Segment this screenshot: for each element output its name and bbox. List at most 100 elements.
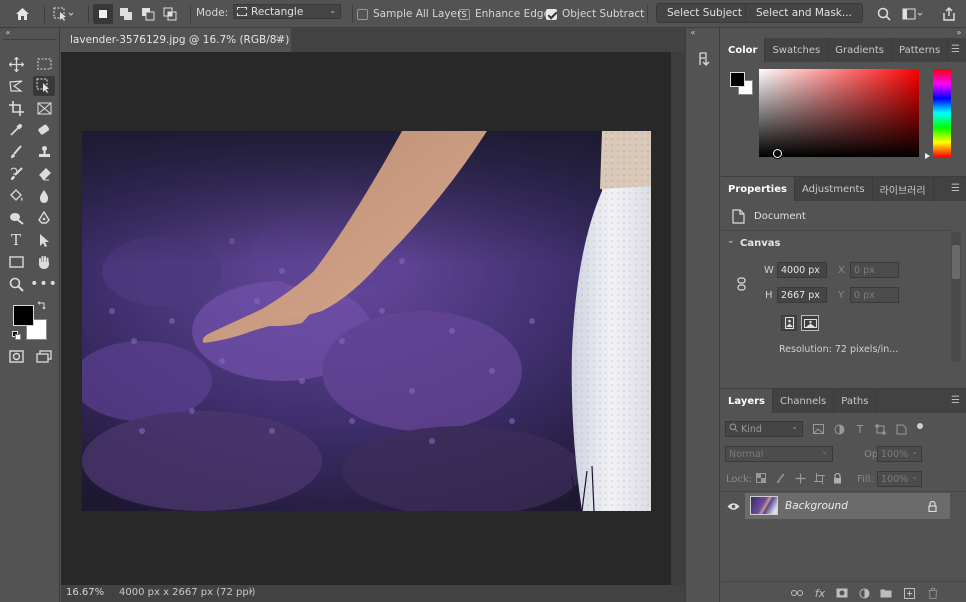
path-selection-icon[interactable]: [33, 230, 55, 250]
intersect-selection-icon[interactable]: [160, 4, 180, 24]
collapse-panels-icon[interactable]: «: [687, 28, 699, 37]
tab-color[interactable]: Color: [721, 38, 766, 62]
foreground-color-swatch[interactable]: [13, 305, 34, 326]
add-mask-icon[interactable]: [835, 586, 849, 600]
clone-stamp-icon[interactable]: [33, 142, 55, 162]
tab-gradients[interactable]: Gradients: [828, 38, 892, 62]
share-icon[interactable]: [940, 5, 958, 23]
filter-smart-object-icon[interactable]: [894, 422, 908, 436]
rectangular-marquee-icon[interactable]: [33, 54, 55, 74]
layer-filter-select[interactable]: Kind ⌄: [725, 421, 803, 437]
y-input[interactable]: 0 px: [850, 287, 899, 303]
landscape-orientation-icon[interactable]: [801, 315, 819, 331]
enhance-edge-box[interactable]: [459, 8, 470, 20]
enhance-edge-checkbox[interactable]: Enhance Edge: [459, 8, 550, 20]
hand-tool-icon[interactable]: [33, 252, 55, 272]
zoom-level[interactable]: 16.67%: [66, 587, 104, 598]
portrait-orientation-icon[interactable]: [781, 315, 797, 331]
object-subtract-checkbox[interactable]: Object Subtract: [546, 8, 644, 20]
link-layers-icon[interactable]: [790, 586, 804, 600]
eyedropper-icon[interactable]: [5, 120, 27, 140]
panel-menu-icon[interactable]: ☰: [951, 183, 960, 194]
properties-scrollbar[interactable]: [951, 232, 961, 362]
canvas-scrollbar[interactable]: [671, 52, 685, 585]
eye-icon[interactable]: [725, 499, 741, 513]
home-icon[interactable]: [12, 4, 32, 24]
layer-row[interactable]: Background: [721, 493, 966, 519]
zoom-tool-icon[interactable]: [5, 274, 27, 294]
screen-mode-icon[interactable]: [33, 346, 55, 366]
select-subject-button[interactable]: Select Subject: [656, 3, 753, 23]
document-image[interactable]: [82, 131, 651, 511]
status-menu-arrow[interactable]: ›: [249, 586, 253, 597]
color-swap-icon[interactable]: [37, 300, 47, 310]
hue-slider[interactable]: [933, 69, 951, 157]
document-tab[interactable]: lavender-3576129.jpg @ 16.7% (RGB/8#) ×: [61, 28, 291, 52]
link-dimensions-icon[interactable]: [734, 276, 748, 292]
tab-patterns[interactable]: Patterns: [892, 38, 949, 62]
lock-all-icon[interactable]: [831, 472, 843, 484]
new-layer-icon[interactable]: [902, 586, 916, 600]
filter-type-icon[interactable]: T: [853, 422, 867, 436]
width-input[interactable]: 4000 px: [777, 262, 827, 278]
collapse-toolbar-icon[interactable]: «: [2, 28, 14, 37]
select-and-mask-button[interactable]: Select and Mask...: [745, 3, 863, 23]
type-tool-icon[interactable]: T: [5, 230, 27, 250]
collapse-right-icon[interactable]: »: [953, 28, 965, 37]
panel-menu-icon[interactable]: ☰: [951, 44, 960, 55]
tab-paths[interactable]: Paths: [834, 389, 877, 413]
eraser-icon[interactable]: [33, 164, 55, 184]
lasso-tool-icon[interactable]: [5, 76, 27, 96]
new-group-icon[interactable]: [879, 586, 893, 600]
lock-transparent-icon[interactable]: [755, 472, 767, 484]
blend-mode-select[interactable]: Normal ⌄: [725, 446, 833, 462]
tab-libraries[interactable]: 라이브러리: [873, 177, 934, 201]
fill-input[interactable]: 100% ⌄: [877, 471, 922, 487]
opacity-input[interactable]: 100% ⌄: [877, 446, 922, 462]
tab-swatches[interactable]: Swatches: [765, 38, 829, 62]
chevron-down-icon[interactable]: ⌄: [727, 236, 735, 246]
tab-layers[interactable]: Layers: [721, 389, 773, 413]
workspace-icon[interactable]: [901, 6, 925, 22]
filter-adjustment-icon[interactable]: [832, 422, 846, 436]
adjustment-layer-icon[interactable]: [857, 586, 871, 600]
panel-fg-color-swatch[interactable]: [730, 72, 745, 87]
hue-slider-handle[interactable]: [925, 153, 930, 159]
rectangle-tool-icon[interactable]: [5, 252, 27, 272]
layer-name[interactable]: Background: [785, 500, 848, 512]
move-tool-icon[interactable]: [5, 54, 27, 74]
x-input[interactable]: 0 px: [850, 262, 899, 278]
panel-menu-icon[interactable]: ☰: [951, 395, 960, 406]
crop-tool-icon[interactable]: [5, 98, 27, 118]
history-panel-icon[interactable]: [693, 50, 713, 68]
lock-image-icon[interactable]: [775, 472, 787, 484]
paint-bucket-icon[interactable]: [5, 186, 27, 206]
brush-tool-icon[interactable]: [5, 142, 27, 162]
lock-artboard-icon[interactable]: [813, 472, 825, 484]
dodge-tool-icon[interactable]: [5, 208, 27, 228]
trash-icon[interactable]: [926, 586, 940, 600]
filter-toggle-icon[interactable]: [917, 423, 923, 429]
object-selection-tool-icon[interactable]: [50, 4, 76, 24]
object-selection-icon[interactable]: [33, 76, 55, 96]
add-to-selection-icon[interactable]: [116, 4, 136, 24]
new-selection-icon[interactable]: [93, 4, 113, 24]
mode-select[interactable]: Rectangle ⌄: [233, 4, 341, 19]
properties-scroll-thumb[interactable]: [952, 245, 960, 279]
color-field[interactable]: [759, 69, 919, 158]
sample-all-layers-box[interactable]: [357, 8, 368, 20]
close-icon[interactable]: ×: [275, 33, 283, 44]
frame-tool-icon[interactable]: [33, 98, 55, 118]
healing-brush-icon[interactable]: [33, 120, 55, 140]
tab-adjustments[interactable]: Adjustments: [795, 177, 873, 201]
subtract-from-selection-icon[interactable]: [138, 4, 158, 24]
blur-tool-icon[interactable]: [33, 186, 55, 206]
history-brush-icon[interactable]: [5, 164, 27, 184]
filter-pixel-icon[interactable]: [811, 422, 825, 436]
height-input[interactable]: 2667 px: [777, 287, 827, 303]
more-tools-icon[interactable]: •••: [30, 274, 57, 294]
filter-shape-icon[interactable]: [873, 422, 887, 436]
object-subtract-box[interactable]: [546, 8, 557, 20]
tab-channels[interactable]: Channels: [773, 389, 835, 413]
default-colors-icon[interactable]: [12, 330, 21, 340]
